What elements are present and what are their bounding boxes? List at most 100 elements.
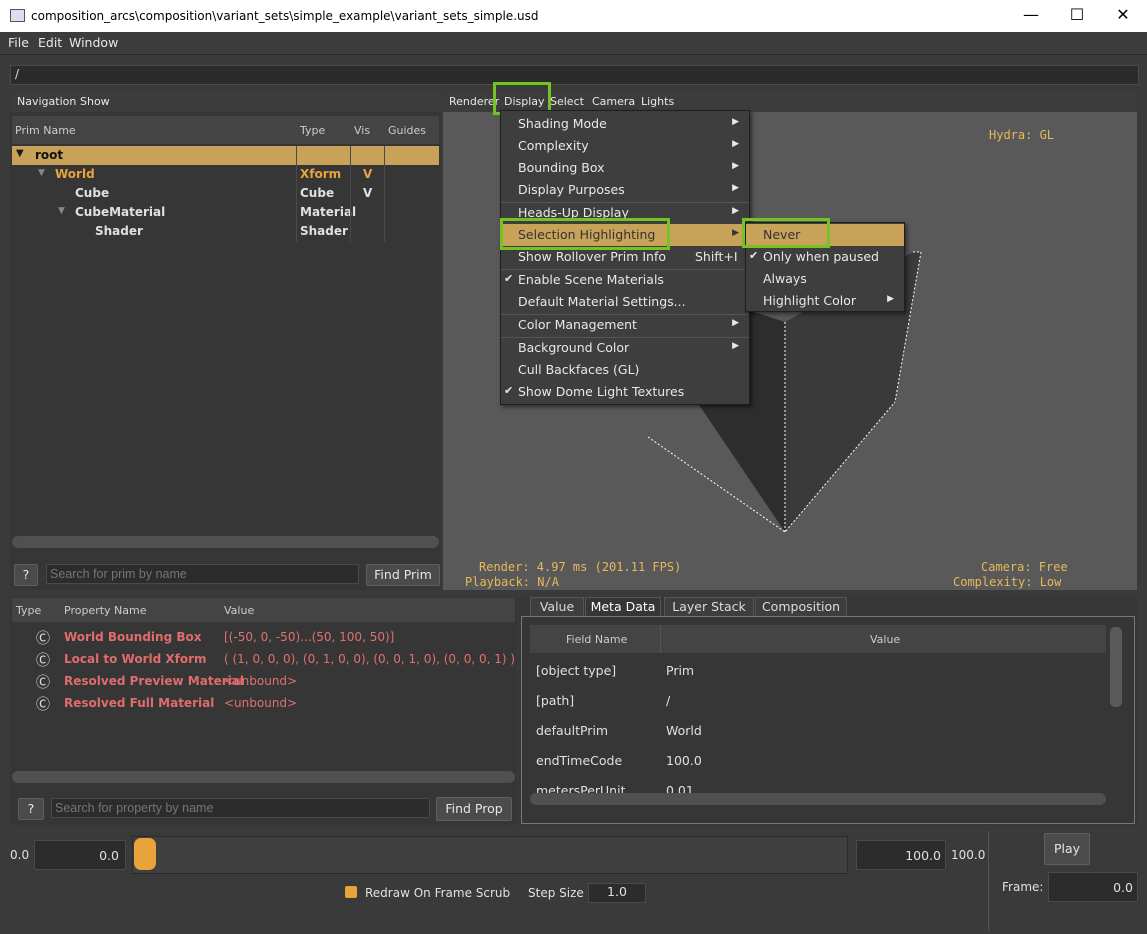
tab-meta-data[interactable]: Meta Data (585, 597, 661, 617)
menu-item-shading-mode[interactable]: Shading Mode ▶ (501, 113, 749, 135)
menu-item-default-material-settings[interactable]: Default Material Settings... (501, 291, 749, 313)
frame-label: Frame: (1002, 880, 1044, 894)
find-prop-button[interactable]: Find Prop (436, 797, 512, 821)
col-property-name[interactable]: Property Name (64, 604, 147, 617)
check-icon: ✔ (504, 384, 514, 397)
field-name: [path] (536, 693, 575, 708)
tab-composition[interactable]: Composition (755, 597, 847, 617)
step-size-field[interactable]: 1.0 (588, 883, 646, 903)
menu-show[interactable]: Show (80, 95, 110, 108)
menu-window[interactable]: Window (69, 35, 118, 50)
current-frame-field[interactable]: 0.0 (1048, 872, 1138, 902)
menu-item-complexity[interactable]: Complexity ▶ (501, 135, 749, 157)
menu-item-cull-backfaces[interactable]: Cull Backfaces (GL) (501, 359, 749, 381)
col-guides[interactable]: Guides (388, 124, 426, 137)
table-row[interactable]: defaultPrim World (530, 716, 1108, 746)
col-type[interactable]: Type (16, 604, 41, 617)
table-row[interactable]: [object type] Prim (530, 656, 1108, 686)
find-prim-button[interactable]: Find Prim (366, 564, 440, 586)
tree-row-root[interactable]: ▼ root (12, 146, 439, 165)
hud-hydra: Hydra: GL (989, 128, 1055, 142)
metadata-vscrollbar[interactable] (1110, 627, 1122, 707)
field-value: 100.0 (666, 753, 702, 768)
menu-edit[interactable]: Edit (38, 35, 62, 50)
expand-arrow-icon[interactable]: ▼ (38, 168, 45, 178)
menu-item-always[interactable]: Always (746, 268, 904, 290)
col-prim-name[interactable]: Prim Name (15, 124, 76, 137)
table-row[interactable]: Ⓒ Resolved Preview Material <unbound> (12, 670, 515, 692)
prim-name: Cube (75, 186, 110, 200)
menu-renderer[interactable]: Renderer (449, 95, 499, 108)
menu-item-show-rollover-prim-info[interactable]: Show Rollover Prim Info Shift+I (501, 246, 749, 268)
expand-arrow-icon[interactable]: ▼ (58, 206, 65, 216)
menu-item-color-management[interactable]: Color Management ▶ (501, 314, 749, 336)
minimize-button[interactable]: — (1008, 0, 1054, 32)
maximize-button[interactable]: ☐ (1054, 0, 1100, 32)
prim-search-input[interactable] (46, 564, 359, 584)
menu-select[interactable]: Select (550, 95, 584, 108)
table-row[interactable]: Ⓒ Resolved Full Material <unbound> (12, 692, 515, 714)
table-row[interactable]: Ⓒ Local to World Xform ( (1, 0, 0, 0), (… (12, 648, 515, 670)
submenu-arrow-icon: ▶ (732, 139, 739, 149)
menu-item-display-purposes[interactable]: Display Purposes ▶ (501, 179, 749, 201)
prim-type: Shader (300, 224, 348, 238)
prim-vis[interactable]: V (363, 186, 372, 200)
close-button[interactable]: ✕ (1100, 0, 1146, 32)
table-row[interactable]: endTimeCode 100.0 (530, 746, 1108, 776)
tree-row-cubematerial[interactable]: ▼ CubeMaterial Material (12, 203, 439, 222)
submenu-arrow-icon: ▶ (732, 228, 739, 238)
hud-camera: Camera: Free (981, 560, 1068, 574)
frame-slider-track[interactable] (132, 836, 848, 874)
metadata-table: Field Name Value [object type] Prim [path… (521, 616, 1135, 824)
prim-name: root (35, 148, 64, 162)
never-highlight (742, 218, 830, 248)
tree-row-shader[interactable]: Shader Shader (12, 222, 439, 241)
computed-property-icon: Ⓒ (36, 675, 50, 691)
tab-layer-stack[interactable]: Layer Stack (664, 597, 754, 617)
col-value[interactable]: Value (870, 633, 900, 646)
path-field[interactable]: / (10, 65, 1139, 85)
title-bar: composition_arcs\composition\variant_set… (0, 0, 1147, 32)
field-value: World (666, 723, 702, 738)
frame-slider-handle[interactable] (134, 838, 156, 870)
field-name: [object type] (536, 663, 617, 678)
property-hscrollbar[interactable] (12, 771, 515, 783)
col-type[interactable]: Type (300, 124, 325, 137)
tree-hscrollbar[interactable] (12, 536, 439, 548)
prim-help-button[interactable]: ? (14, 564, 38, 586)
menu-item-show-dome-light-textures[interactable]: ✔ Show Dome Light Textures (501, 381, 749, 403)
menu-lights[interactable]: Lights (641, 95, 674, 108)
display-menu: Shading Mode ▶ Complexity ▶ Bounding Box ▶ … (500, 110, 750, 405)
tree-row-cube[interactable]: Cube Cube V (12, 184, 439, 203)
start-frame-field[interactable]: 0.0 (34, 840, 126, 870)
metadata-hscrollbar[interactable] (530, 793, 1106, 805)
tree-row-world[interactable]: ▼ World Xform V (12, 165, 439, 184)
menu-navigation[interactable]: Navigation (17, 95, 76, 108)
expand-arrow-icon[interactable]: ▼ (16, 148, 24, 159)
end-frame-field[interactable]: 100.0 (856, 840, 946, 870)
table-row[interactable]: [path] / (530, 686, 1108, 716)
menu-item-only-when-paused[interactable]: ✔ Only when paused (746, 246, 904, 268)
col-vis[interactable]: Vis (354, 124, 370, 137)
menu-item-highlight-color[interactable]: Highlight Color ▶ (746, 290, 904, 312)
submenu-arrow-icon: ▶ (732, 161, 739, 171)
property-name: Local to World Xform (64, 652, 207, 666)
table-row[interactable]: Ⓒ World Bounding Box [(-50, 0, -50)...(5… (12, 626, 515, 648)
tab-value[interactable]: Value (530, 597, 584, 617)
menu-item-background-color[interactable]: Background Color ▶ (501, 337, 749, 359)
play-button[interactable]: Play (1044, 833, 1090, 865)
menu-item-bounding-box[interactable]: Bounding Box ▶ (501, 157, 749, 179)
property-help-button[interactable]: ? (18, 798, 44, 820)
selection-highlighting-highlight (500, 218, 670, 250)
metadata-header: Field Name Value (530, 625, 1106, 653)
hud-complexity: Complexity: Low (953, 575, 1062, 589)
prim-vis[interactable]: V (363, 167, 372, 181)
property-search-input[interactable] (51, 798, 430, 818)
menu-camera[interactable]: Camera (592, 95, 635, 108)
menu-file[interactable]: File (8, 35, 29, 50)
redraw-checkbox[interactable] (345, 886, 357, 898)
submenu-arrow-icon: ▶ (732, 183, 739, 193)
col-field-name[interactable]: Field Name (566, 633, 627, 646)
menu-item-enable-scene-materials[interactable]: ✔ Enable Scene Materials (501, 269, 749, 291)
col-value[interactable]: Value (224, 604, 254, 617)
